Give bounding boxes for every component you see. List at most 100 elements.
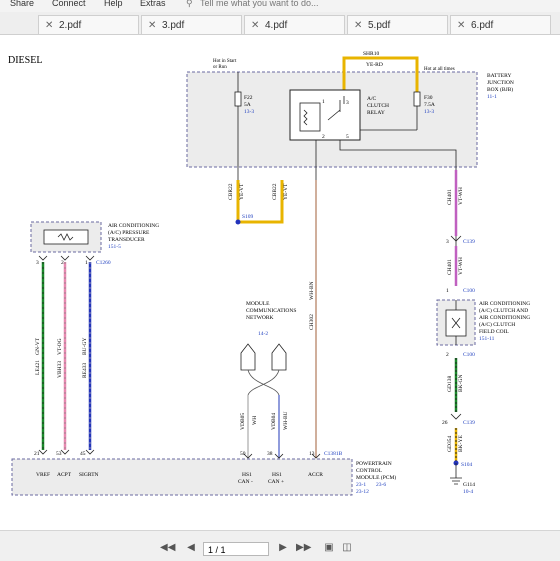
re433-id: RE433 bbox=[82, 362, 88, 378]
vdb05-id: VDB05 bbox=[240, 413, 246, 430]
vdb04-color: WH-BU bbox=[283, 411, 289, 430]
vbh33-id: VBH33 bbox=[57, 361, 63, 378]
menu-share[interactable]: Share bbox=[10, 0, 34, 8]
network-ref[interactable]: 14-2 bbox=[258, 331, 268, 337]
transducer-pin-2: 2 bbox=[61, 260, 64, 266]
bjb-ref[interactable]: 11-1 bbox=[487, 94, 497, 100]
tab-5-pdf[interactable]: ✕ 5.pdf bbox=[347, 15, 448, 34]
c1381b-label[interactable]: C1381B bbox=[324, 451, 343, 457]
tab-3-pdf[interactable]: ✕ 3.pdf bbox=[141, 15, 242, 34]
first-page-icon[interactable]: ◀◀ bbox=[160, 541, 175, 555]
f22-ref[interactable]: 13-3 bbox=[244, 109, 254, 115]
gd138-color: BK-GN bbox=[458, 375, 464, 392]
next-page-icon[interactable]: ▶ bbox=[276, 541, 290, 555]
pcm-signal-acpt: ACPT bbox=[57, 472, 72, 478]
relay-pin-1: 1 bbox=[322, 99, 325, 105]
f22-amp: 5A bbox=[244, 102, 251, 108]
two-page-icon[interactable]: ◫ bbox=[340, 541, 354, 555]
s109-label[interactable]: S109 bbox=[242, 214, 254, 220]
transducer-ref[interactable]: 151-5 bbox=[108, 244, 121, 250]
network-label-2: COMMUNICATIONS bbox=[246, 308, 296, 314]
ac-coil-label-2: (A/C) CLUTCH AND bbox=[479, 307, 528, 314]
s104-label[interactable]: S104 bbox=[461, 462, 473, 468]
pcm-label-1: POWERTRAIN bbox=[356, 461, 392, 467]
close-icon[interactable]: ✕ bbox=[45, 16, 53, 35]
close-icon[interactable]: ✕ bbox=[354, 16, 362, 35]
wiring-diagram: DIESEL BATTERY JUNCTION BOX (BJB) 11-1 S… bbox=[8, 51, 530, 496]
network-connector-left bbox=[240, 343, 256, 371]
ch401-color-a: VT-WH bbox=[458, 187, 464, 205]
menu-help[interactable]: Help bbox=[104, 0, 123, 8]
diagram-title: DIESEL bbox=[8, 55, 42, 66]
gd354-color: BK-YE bbox=[458, 435, 464, 452]
relay-pin-5: 5 bbox=[346, 134, 349, 140]
c139-conn-b[interactable]: C139 bbox=[463, 420, 475, 426]
tab-6-pdf[interactable]: ✕ 6.pdf bbox=[450, 15, 551, 34]
network-label-1: MODULE bbox=[246, 301, 270, 307]
pcm-signal-hs1-b: HS1 bbox=[272, 472, 282, 478]
network-label-3: NETWORK bbox=[246, 315, 274, 321]
tab-2-pdf[interactable]: ✕ 2.pdf bbox=[38, 15, 139, 34]
transducer-pin-3: 3 bbox=[36, 260, 39, 266]
relay-pin-2: 2 bbox=[322, 134, 325, 140]
f30-amp: 7.5A bbox=[424, 102, 435, 108]
pcm-signal-hs1-a: HS1 bbox=[242, 472, 252, 478]
pcm-ref-2[interactable]: 23-6 bbox=[376, 482, 386, 488]
network-connector-right bbox=[271, 343, 287, 371]
ground-icon bbox=[450, 477, 462, 485]
c139-conn-a[interactable]: C139 bbox=[463, 239, 475, 245]
bjb-label-2: JUNCTION bbox=[487, 80, 514, 86]
relay-label-1: A/C bbox=[367, 96, 377, 102]
status-bar: ◀◀ ◀ 1 / 1 ▶ ▶▶ ▣ ◫ bbox=[0, 530, 560, 561]
splice-s109 bbox=[235, 219, 241, 225]
close-icon[interactable]: ✕ bbox=[251, 16, 259, 35]
ac-coil-label-3: AIR CONDITIONING bbox=[479, 315, 530, 321]
vdb05-color: WH bbox=[252, 416, 258, 425]
c139-pin-3: 3 bbox=[446, 239, 449, 245]
pcm-ref-3[interactable]: 23-12 bbox=[356, 489, 369, 495]
relay-label-3: RELAY bbox=[367, 110, 385, 116]
f30-ref[interactable]: 13-3 bbox=[424, 109, 434, 115]
close-icon[interactable]: ✕ bbox=[457, 16, 465, 35]
re433-color: BU-GY bbox=[82, 338, 88, 355]
vbh33-color: VT-OG bbox=[57, 338, 63, 355]
c100-pin-2: 2 bbox=[446, 352, 449, 358]
pcm-label-2: CONTROL bbox=[356, 468, 383, 474]
cbr22-color: YE-VT bbox=[239, 183, 245, 200]
c100-conn-a[interactable]: C100 bbox=[463, 288, 475, 294]
fit-page-icon[interactable]: ▣ bbox=[322, 541, 336, 555]
tab-4-pdf[interactable]: ✕ 4.pdf bbox=[244, 15, 345, 34]
pdf-page[interactable]: DIESEL BATTERY JUNCTION BOX (BJB) 11-1 S… bbox=[0, 35, 560, 530]
ch401-color-b: VT-WH bbox=[458, 257, 464, 275]
shr10-id: SHR10 bbox=[363, 51, 379, 57]
pcm-pin-50: 50 bbox=[240, 451, 246, 457]
last-page-icon[interactable]: ▶▶ bbox=[296, 541, 311, 555]
menu-connect[interactable]: Connect bbox=[52, 0, 86, 8]
shr10-color: YE-RD bbox=[366, 62, 383, 68]
lightbulb-icon: ⚲ bbox=[186, 0, 193, 8]
tab-bar: ✕ 2.pdf ✕ 3.pdf ✕ 4.pdf ✕ 5.pdf ✕ 6.pdf bbox=[0, 12, 560, 35]
c1260-label[interactable]: C1260 bbox=[96, 260, 111, 266]
tell-me-search[interactable]: Tell me what you want to do... bbox=[200, 0, 319, 8]
pcm-ref-1[interactable]: 23-1 bbox=[356, 482, 366, 488]
c139-pin-26: 26 bbox=[442, 420, 448, 426]
g114-ref[interactable]: 10-4 bbox=[463, 489, 473, 495]
c100-conn-b[interactable]: C100 bbox=[463, 352, 475, 358]
ch302-id: CH302 bbox=[309, 314, 315, 330]
pcm-signal-vref: VREF bbox=[36, 472, 50, 478]
cbb22-id: CBB22 bbox=[272, 183, 278, 200]
le421-color: GN-VT bbox=[35, 337, 41, 355]
vdb04-id: VDB04 bbox=[271, 413, 277, 430]
pcm-pin-53: 53 bbox=[56, 451, 62, 457]
ac-coil-label-4: (A/C) CLUTCH bbox=[479, 321, 515, 328]
pcm-label-3: MODULE (PCM) bbox=[356, 474, 396, 481]
g114-name: G114 bbox=[463, 482, 475, 488]
gd138-id: GD138 bbox=[447, 376, 453, 392]
ac-coil-ref[interactable]: 151-11 bbox=[479, 336, 495, 342]
fuse-f30 bbox=[413, 91, 421, 107]
menu-extras[interactable]: Extras bbox=[140, 0, 166, 8]
prev-page-icon[interactable]: ◀ bbox=[184, 541, 198, 555]
transducer-label-2: (A/C) PRESSURE bbox=[108, 229, 150, 236]
page-number-input[interactable]: 1 / 1 bbox=[203, 542, 269, 556]
close-icon[interactable]: ✕ bbox=[148, 16, 156, 35]
